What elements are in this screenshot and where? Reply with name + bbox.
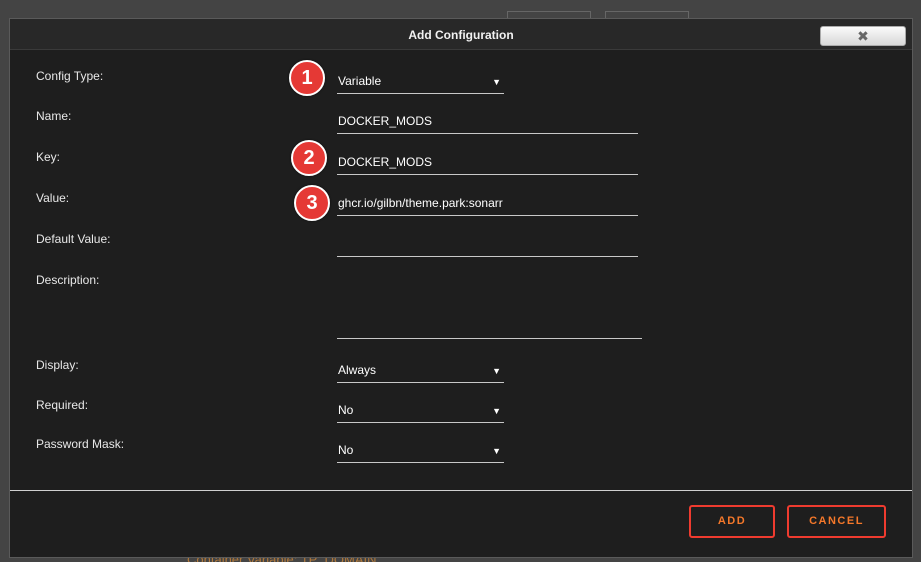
caret-down-icon: ▼	[492, 446, 501, 456]
display-select[interactable]: Always ▼	[337, 361, 504, 383]
key-label: Key:	[36, 150, 61, 164]
name-input[interactable]: DOCKER_MODS	[337, 112, 638, 134]
required-value: No	[338, 403, 354, 417]
password-mask-label: Password Mask:	[36, 437, 125, 451]
value-input[interactable]: ghcr.io/gilbn/theme.park:sonarr	[337, 194, 638, 216]
description-label: Description:	[36, 273, 100, 287]
add-configuration-dialog: Add Configuration ✖ Config Type: Variabl…	[9, 18, 913, 558]
password-mask-select[interactable]: No ▼	[337, 441, 504, 463]
default-value-label: Default Value:	[36, 232, 111, 246]
cancel-button[interactable]: CANCEL	[787, 505, 886, 538]
config-type-select[interactable]: Variable ▼	[337, 72, 504, 94]
value-label: Value:	[36, 191, 70, 205]
footer-divider	[10, 490, 912, 491]
step-marker-3: 3	[294, 185, 330, 221]
display-value: Always	[338, 363, 377, 377]
close-icon: ✖	[857, 28, 869, 44]
dialog-title: Add Configuration	[408, 28, 514, 42]
key-input[interactable]: DOCKER_MODS	[337, 153, 638, 175]
config-type-label: Config Type:	[36, 69, 104, 83]
step-marker-2: 2	[291, 140, 327, 176]
display-label: Display:	[36, 358, 79, 372]
caret-down-icon: ▼	[492, 406, 501, 416]
add-button[interactable]: ADD	[689, 505, 775, 538]
required-label: Required:	[36, 398, 89, 412]
step-marker-1: 1	[289, 60, 325, 96]
config-type-value: Variable	[338, 74, 382, 88]
required-select[interactable]: No ▼	[337, 401, 504, 423]
name-label: Name:	[36, 109, 72, 123]
default-value-input[interactable]	[337, 235, 638, 257]
caret-down-icon: ▼	[492, 77, 501, 87]
password-mask-value: No	[338, 443, 354, 457]
caret-down-icon: ▼	[492, 366, 501, 376]
dialog-titlebar: Add Configuration ✖	[10, 19, 912, 50]
close-button[interactable]: ✖	[820, 26, 906, 46]
description-textarea[interactable]	[337, 276, 642, 339]
